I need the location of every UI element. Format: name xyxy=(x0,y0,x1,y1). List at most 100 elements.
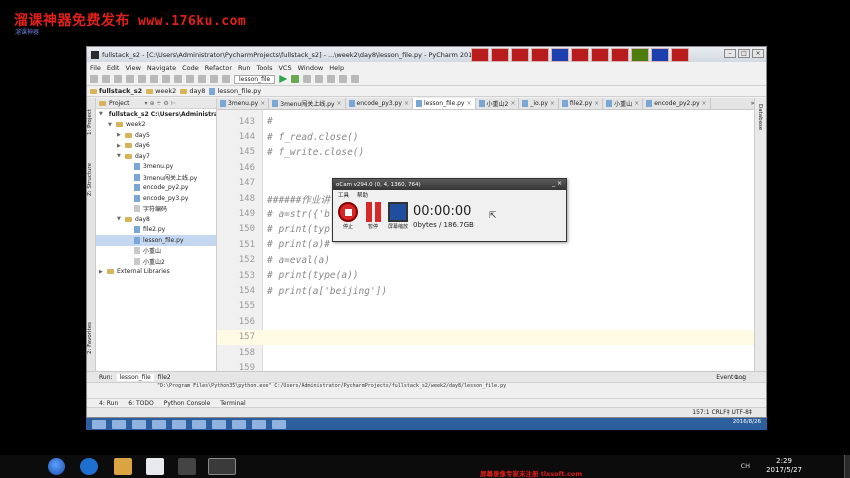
expand-arrow-icon[interactable]: ▼ xyxy=(108,122,113,128)
run-tab-file2[interactable]: file2 xyxy=(158,374,171,381)
code-line[interactable]: 143 # xyxy=(217,114,754,129)
close-tab-icon[interactable]: × xyxy=(260,100,265,107)
redo-icon[interactable] xyxy=(138,75,146,83)
tree-item[interactable]: 3menu闯关上线.py xyxy=(96,172,216,183)
pycharm-task-icon[interactable] xyxy=(178,458,196,475)
expand-arrow-icon[interactable]: ▶ xyxy=(117,143,122,149)
tree-item[interactable]: 小重山 xyxy=(96,246,216,257)
project-tool-tab[interactable]: 1: Project xyxy=(87,102,96,142)
menu-file[interactable]: File xyxy=(90,64,101,72)
menu-edit[interactable]: Edit xyxy=(107,64,120,72)
find-icon[interactable] xyxy=(186,75,194,83)
tool-icon[interactable] xyxy=(551,48,569,62)
menu-vcs[interactable]: VCS xyxy=(278,64,291,72)
tree-item[interactable]: ▶ day6 xyxy=(96,141,216,152)
tree-item[interactable]: ▼ week2 xyxy=(96,120,216,131)
vm-task-icon[interactable] xyxy=(192,419,206,429)
close-tab-icon[interactable]: × xyxy=(510,100,515,107)
event-log-button[interactable]: Event Log xyxy=(716,374,746,381)
minimize-button[interactable]: – xyxy=(724,49,736,58)
close-tab-icon[interactable]: × xyxy=(404,100,409,107)
tool-icon[interactable] xyxy=(491,48,509,62)
editor-tab[interactable]: file2.py × xyxy=(559,98,604,109)
code-line[interactable]: 155 xyxy=(217,299,754,314)
ocam-close-icon[interactable]: _ × xyxy=(552,180,562,187)
expand-arrow-icon[interactable]: ▼ xyxy=(117,216,122,222)
stop-icon[interactable] xyxy=(315,75,324,83)
structure-icon[interactable] xyxy=(339,75,348,83)
menu-help[interactable]: Help xyxy=(329,64,344,72)
tree-item[interactable]: 字符编码 xyxy=(96,204,216,215)
tree-item[interactable]: lesson_file.py xyxy=(96,235,216,246)
run-config-select[interactable]: lesson_file xyxy=(234,74,276,84)
editor-tab[interactable]: 小重山2 × xyxy=(476,98,520,109)
status-position[interactable]: 157:1 CRLF‡ UTF-8‡ xyxy=(692,409,752,416)
close-tab-icon[interactable]: × xyxy=(702,100,707,107)
tree-item[interactable]: ▶ day5 xyxy=(96,130,216,141)
code-line[interactable]: 156 xyxy=(217,314,754,329)
pause-button[interactable]: 暂停 xyxy=(363,202,383,230)
tool-icon[interactable] xyxy=(631,48,649,62)
expand-arrow-icon[interactable]: ▶ xyxy=(99,269,104,275)
settings-icon[interactable] xyxy=(327,75,336,83)
open-icon[interactable] xyxy=(90,75,98,83)
menu-window[interactable]: Window xyxy=(298,64,324,72)
vm-task-icon[interactable] xyxy=(112,419,126,429)
run-icon[interactable] xyxy=(279,75,288,83)
show-desktop-button[interactable] xyxy=(844,455,850,478)
vm-task-icon[interactable] xyxy=(252,419,266,429)
coverage-icon[interactable] xyxy=(303,75,312,83)
vm-start-icon[interactable] xyxy=(92,419,106,429)
ocam-menu-help[interactable]: 帮助 xyxy=(357,191,368,199)
menu-refactor[interactable]: Refactor xyxy=(205,64,232,72)
tree-item[interactable]: 3menu.py xyxy=(96,162,216,173)
debug-icon[interactable] xyxy=(291,75,300,83)
stop-button[interactable]: 停止 xyxy=(338,202,358,230)
breadcrumb-item[interactable]: lesson_file.py xyxy=(209,87,261,95)
close-tab-icon[interactable]: × xyxy=(634,100,639,107)
code-line[interactable]: 146 xyxy=(217,160,754,175)
database-tool-tab[interactable]: Database xyxy=(757,104,763,130)
tool-window-todo[interactable]: 6: TODO xyxy=(128,400,153,407)
explorer-icon[interactable] xyxy=(114,458,132,475)
editor-tab[interactable]: 3menu.py × xyxy=(217,98,270,109)
editor-tab[interactable]: lesson_file.py × xyxy=(412,98,476,109)
close-tab-icon[interactable]: × xyxy=(466,100,471,107)
tool-icon[interactable] xyxy=(571,48,589,62)
tool-icon[interactable] xyxy=(671,48,689,62)
breadcrumb-item[interactable]: week2 xyxy=(146,87,176,95)
structure-tool-tab[interactable]: Z: Structure xyxy=(87,158,96,202)
code-line[interactable]: 144 # f_read.close() xyxy=(217,129,754,144)
breadcrumb-item[interactable]: fullstack_s2 xyxy=(90,87,142,95)
editor-tab[interactable]: 3menu闯关上线.py × xyxy=(269,98,346,109)
start-button-icon[interactable] xyxy=(48,458,65,475)
tool-icon[interactable] xyxy=(531,48,549,62)
copy-icon[interactable] xyxy=(162,75,170,83)
close-tab-icon[interactable]: × xyxy=(337,100,342,107)
expand-arrow-icon[interactable]: ▶ xyxy=(117,132,122,138)
menu-run[interactable]: Run xyxy=(238,64,250,72)
favorites-tool-tab[interactable]: 2: Favorites xyxy=(87,316,96,360)
expand-arrow-icon[interactable]: ▼ xyxy=(99,111,103,117)
replace-icon[interactable] xyxy=(198,75,206,83)
breadcrumb-item[interactable]: day8 xyxy=(180,87,205,95)
tool-icon[interactable] xyxy=(591,48,609,62)
menu-view[interactable]: View xyxy=(125,64,140,72)
vm-task-icon[interactable] xyxy=(132,419,146,429)
media-player-icon[interactable] xyxy=(146,458,164,475)
undo-icon[interactable] xyxy=(126,75,134,83)
menu-code[interactable]: Code xyxy=(182,64,199,72)
save-icon[interactable] xyxy=(102,75,110,83)
project-panel-title[interactable]: Project xyxy=(109,100,130,107)
tool-icon[interactable] xyxy=(471,48,489,62)
code-line[interactable]: 158 xyxy=(217,345,754,360)
paste-icon[interactable] xyxy=(174,75,182,83)
screen-zoom-button[interactable]: 屏幕缩放 xyxy=(388,202,408,230)
editor-tab[interactable]: 小重山 × xyxy=(603,98,644,109)
tree-item[interactable]: ▼ day7 xyxy=(96,151,216,162)
expand-arrow-icon[interactable]: ▼ xyxy=(117,153,122,159)
tool-icon[interactable] xyxy=(651,48,669,62)
code-line[interactable]: 157 xyxy=(217,329,754,345)
close-tab-icon[interactable]: × xyxy=(594,100,599,107)
ie-icon[interactable] xyxy=(80,458,98,475)
